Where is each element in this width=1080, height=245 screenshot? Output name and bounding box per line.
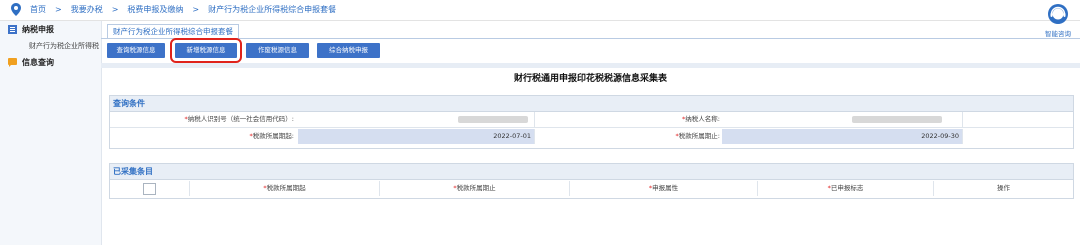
collected-entries-title: 已采集条目 (110, 164, 1073, 180)
chat-icon (8, 58, 17, 67)
breadcrumb-separator: > (192, 5, 200, 14)
breadcrumb-home[interactable]: 首页 (30, 4, 46, 15)
query-tax-source-button[interactable]: 查询税源信息 (107, 43, 165, 58)
breadcrumb-separator: > (111, 5, 119, 14)
smart-consult-button[interactable]: 智能咨询 (1038, 3, 1078, 38)
combined-declaration-button[interactable]: 综合纳税申报 (317, 43, 380, 58)
breadcrumb-tax-service[interactable]: 我要办税 (71, 4, 103, 15)
cell-divider (962, 129, 963, 144)
redacted-value (852, 116, 942, 123)
collected-header-row: *税款所属期起 *税款所属期止 *申报属性 *已申报标志 操作 (110, 181, 1073, 196)
void-tax-source-button[interactable]: 作废税源信息 (246, 43, 309, 58)
separator-band (101, 63, 1080, 68)
breadcrumb-current[interactable]: 财产行为税企业所得税综合申报套餐 (208, 4, 336, 15)
sidebar: 纳税申报 财产行为税企业所得税 信息查询 (0, 21, 102, 245)
taxpayer-id-label: *纳税人识别号（统一社会信用代码）: (110, 112, 296, 127)
cell-divider (962, 112, 963, 127)
top-bar: 首页 > 我要办税 > 税费申报及缴纳 > 财产行为税企业所得税综合申报套餐 (0, 0, 1080, 21)
breadcrumb-declare-pay[interactable]: 税费申报及缴纳 (127, 4, 183, 15)
query-conditions-title: 查询条件 (110, 96, 1073, 112)
tab-bar: 财产行为税企业所得税综合申报套餐 (101, 21, 1080, 39)
collected-entries-panel: 已采集条目 *税款所属期起 *税款所属期止 *申报属性 *已申报标志 操作 (109, 163, 1074, 199)
query-conditions-panel: 查询条件 *纳税人识别号（统一社会信用代码）: *纳税人名称: *税款所属期起:… (109, 95, 1074, 149)
cell-divider (534, 112, 535, 127)
period-row: *税款所属期起: 2022-07-01 *税款所属期止: 2022-09-30 (110, 129, 1073, 144)
redacted-value (458, 116, 528, 123)
form-title: 财行税通用申报印花税税源信息采集表 (513, 74, 667, 84)
column-header-action: 操作 (997, 184, 1010, 192)
tab-property-tax-package[interactable]: 财产行为税企业所得税综合申报套餐 (107, 24, 239, 39)
period-start-field[interactable]: 2022-07-01 (298, 129, 534, 144)
list-icon (8, 25, 17, 34)
select-all-cell (110, 181, 190, 196)
customer-service-icon (1048, 4, 1068, 24)
column-header-period-end: *税款所属期止 (380, 181, 570, 196)
taxpayer-name-field[interactable] (722, 112, 962, 127)
taxpayer-row: *纳税人识别号（统一社会信用代码）: *纳税人名称: (110, 112, 1073, 128)
breadcrumb-separator: > (55, 5, 62, 14)
sidebar-group-label: 纳税申报 (22, 25, 54, 34)
column-header-declared-flag: *已申报标志 (758, 181, 934, 196)
toolbar: 查询税源信息 新增税源信息 作废税源信息 综合纳税申报 (101, 38, 1080, 63)
breadcrumb: 首页 > 我要办税 > 税费申报及缴纳 > 财产行为税企业所得税综合申报套餐 (30, 4, 336, 15)
column-header-declare-attr: *申报属性 (570, 181, 758, 196)
add-tax-source-button[interactable]: 新增税源信息 (170, 38, 242, 63)
sidebar-group-label: 信息查询 (22, 58, 54, 67)
location-pin-icon (11, 3, 21, 16)
smart-consult-label: 智能咨询 (1045, 30, 1071, 38)
taxpayer-name-label: *纳税人名称: (536, 112, 722, 127)
taxpayer-id-field[interactable] (298, 112, 534, 127)
sidebar-item-property-tax[interactable]: 财产行为税企业所得税 (29, 41, 101, 51)
select-all-checkbox[interactable] (143, 183, 156, 195)
period-end-label: *税款所属期止: (536, 129, 722, 144)
cell-divider (534, 129, 535, 144)
period-end-field[interactable]: 2022-09-30 (722, 129, 962, 144)
column-header-period-start: *税款所属期起 (190, 181, 380, 196)
sidebar-group-info-query[interactable]: 信息查询 (8, 57, 54, 68)
period-start-label: *税款所属期起: (110, 129, 296, 144)
sidebar-group-tax-declaration[interactable]: 纳税申报 (8, 24, 54, 35)
